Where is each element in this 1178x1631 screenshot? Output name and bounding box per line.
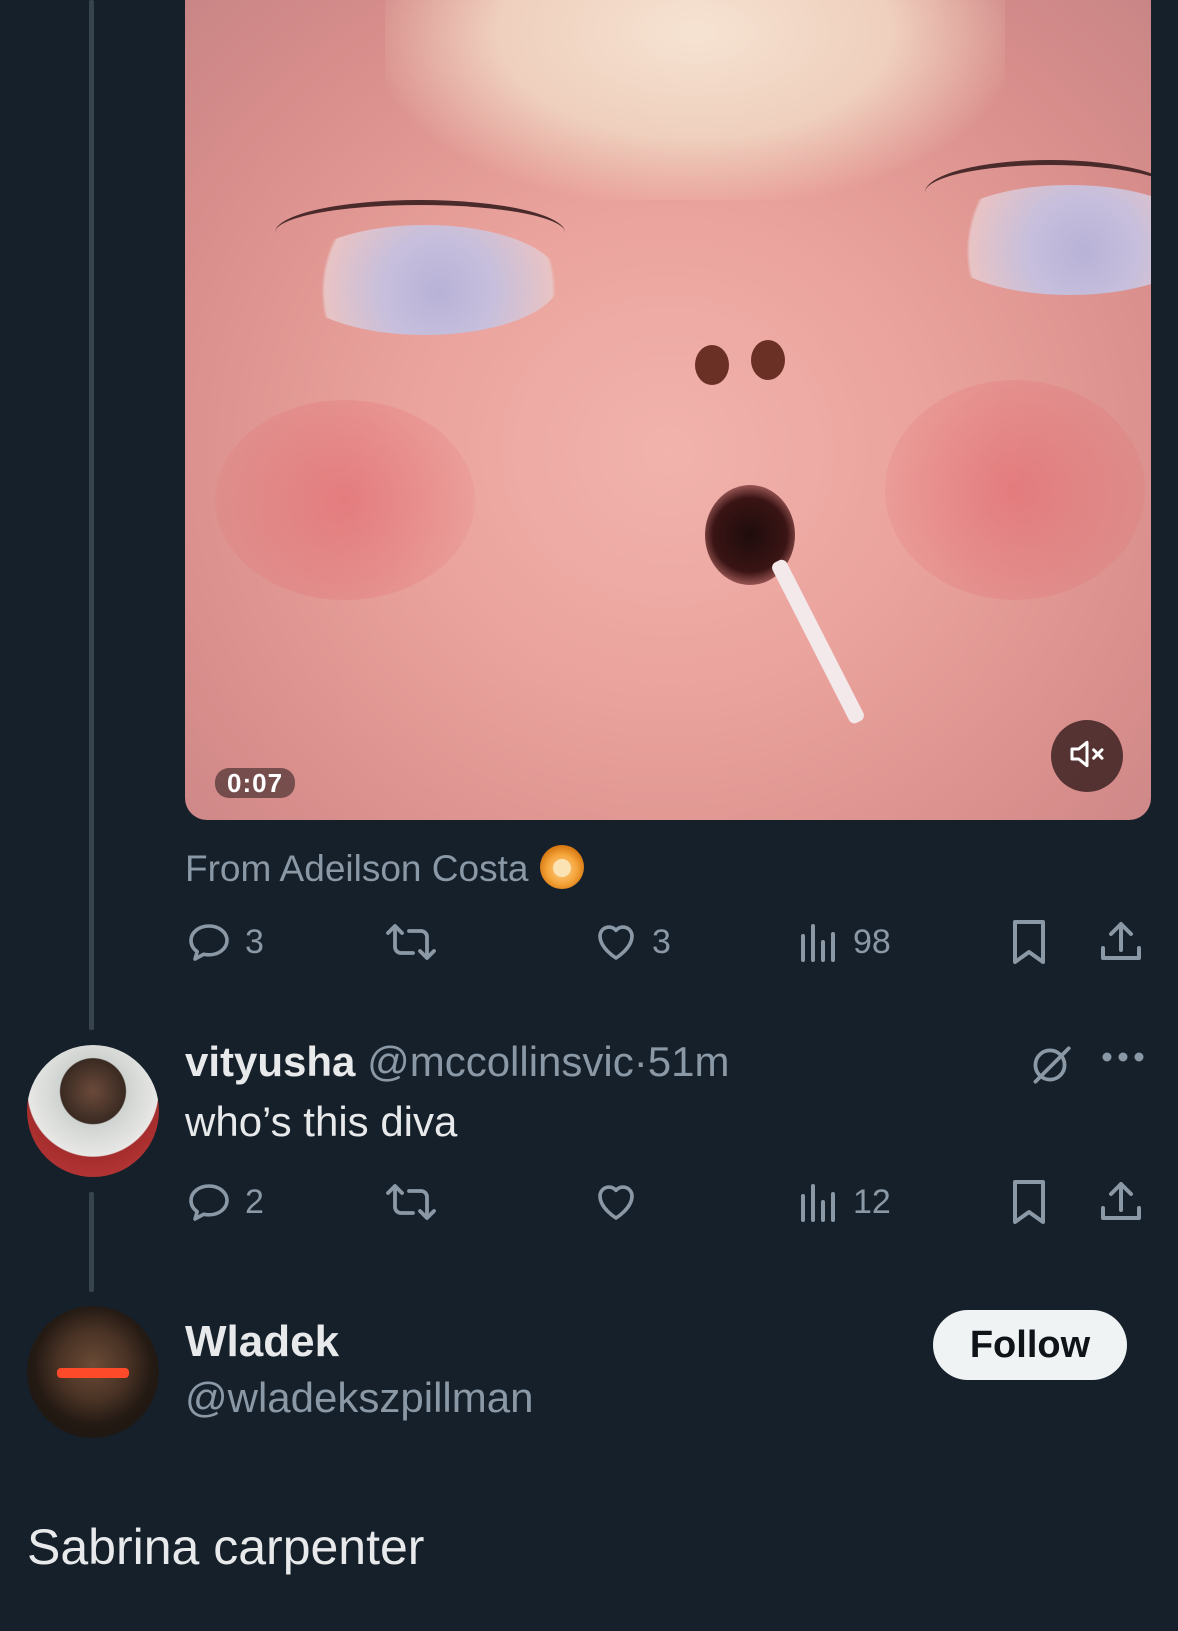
reply-separator: ·	[633, 1038, 648, 1085]
bookmark-icon	[1007, 1178, 1051, 1226]
speaker-muted-icon	[1067, 734, 1107, 779]
post-action-bar: 3 3 98	[185, 912, 1145, 972]
reply-text: who’s this diva	[185, 1098, 458, 1145]
share-button[interactable]	[1097, 912, 1145, 972]
video-frame-nostril-right	[751, 340, 785, 380]
like-button[interactable]: 3	[592, 912, 671, 972]
reply-views-count: 12	[853, 1182, 891, 1221]
reply-count: 3	[245, 922, 264, 961]
bookmark-icon	[1007, 918, 1051, 966]
bookmark-button[interactable]	[1007, 912, 1051, 972]
reply-icon	[185, 918, 233, 966]
views-chart-icon	[797, 918, 841, 966]
thread-line-top	[89, 0, 94, 1030]
video-timestamp: 0:07	[215, 768, 296, 798]
like-count: 3	[652, 922, 671, 961]
reply-reply-button[interactable]: 2	[185, 1172, 264, 1232]
views-chart-icon	[797, 1178, 841, 1226]
lion-face-icon	[540, 845, 585, 890]
reply-time[interactable]: 51m	[648, 1038, 730, 1085]
reply-header: vityusha @mccollinsvic·51m	[185, 1038, 729, 1086]
video-source-attribution: From Adeilson Costa	[185, 845, 585, 893]
repost-button[interactable]	[385, 912, 449, 972]
reply-like-button[interactable]	[592, 1172, 652, 1232]
views-button[interactable]: 98	[797, 912, 891, 972]
main-post-display-name[interactable]: Wladek	[185, 1317, 339, 1367]
video-frame-cheek-right	[885, 380, 1145, 600]
more-options-icon[interactable]	[1100, 1050, 1146, 1069]
heart-icon	[592, 918, 640, 966]
main-post-text: Sabrina carpenter	[27, 1519, 425, 1575]
main-post-handle[interactable]: @wladekszpillman	[185, 1374, 533, 1422]
video-frame-lollipop-stick	[770, 557, 866, 726]
heart-icon	[592, 1178, 640, 1226]
video-player[interactable]: 0:07	[185, 0, 1151, 820]
video-frame-hair	[385, 0, 1005, 200]
mute-button[interactable]	[1051, 720, 1123, 792]
avatar-vityusha[interactable]	[27, 1045, 159, 1177]
video-frame-cheek-left	[215, 400, 475, 600]
reply-action-bar: 2 12	[185, 1172, 1145, 1232]
grok-icon[interactable]	[1025, 1040, 1075, 1095]
reply-bookmark-button[interactable]	[1007, 1172, 1051, 1232]
reply-handle[interactable]: @mccollinsvic	[367, 1038, 634, 1085]
reply-button[interactable]: 3	[185, 912, 264, 972]
avatar-wladek[interactable]	[27, 1306, 159, 1438]
reply-icon	[185, 1178, 233, 1226]
reply-views-button[interactable]: 12	[797, 1172, 891, 1232]
thread-line-middle	[89, 1192, 94, 1292]
views-count: 98	[853, 922, 891, 961]
video-frame-lash-left	[275, 200, 565, 265]
reply-display-name[interactable]: vityusha	[185, 1038, 355, 1085]
repost-icon	[385, 1178, 437, 1226]
follow-button[interactable]: Follow	[933, 1310, 1127, 1380]
reply-repost-button[interactable]	[385, 1172, 449, 1232]
share-icon	[1097, 918, 1145, 966]
share-icon	[1097, 1178, 1145, 1226]
source-label: From Adeilson Costa	[185, 848, 529, 889]
video-frame-nostril-left	[695, 345, 729, 385]
reply-share-button[interactable]	[1097, 1172, 1145, 1232]
reply-reply-count: 2	[245, 1182, 264, 1221]
repost-icon	[385, 918, 437, 966]
